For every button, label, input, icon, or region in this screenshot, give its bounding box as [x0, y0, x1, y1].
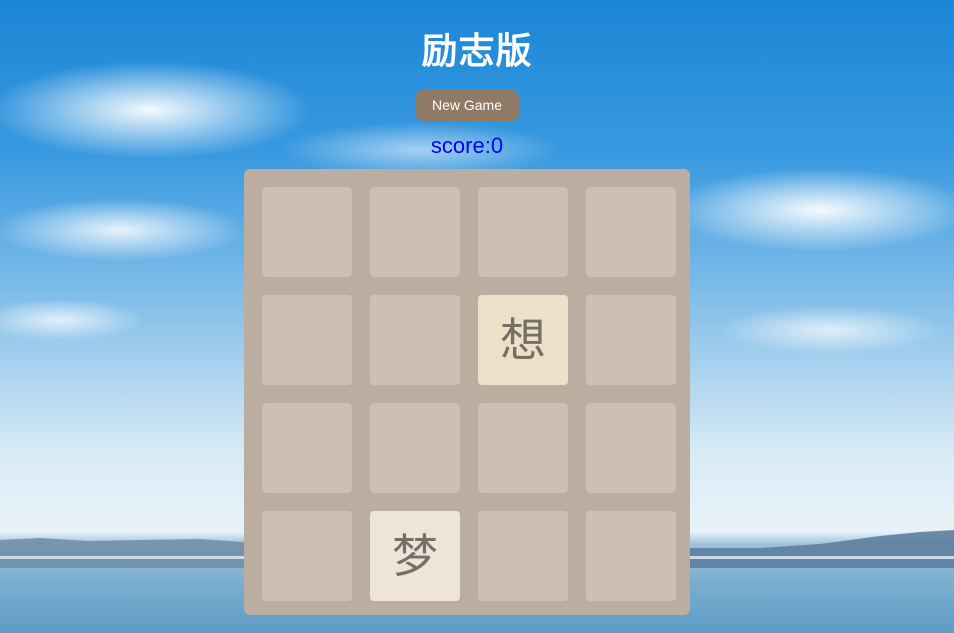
grid-cell — [586, 511, 676, 601]
grid-cell — [478, 187, 568, 277]
grid-cell — [586, 295, 676, 385]
tile: 想 — [478, 295, 568, 385]
grid-cell — [262, 295, 352, 385]
new-game-button[interactable]: New Game — [415, 90, 519, 121]
grid-cell — [370, 403, 460, 493]
grid-cell — [262, 187, 352, 277]
grid-cell — [478, 511, 568, 601]
grid-cell — [262, 511, 352, 601]
grid-cell — [586, 187, 676, 277]
grid-cell — [586, 403, 676, 493]
grid-cell — [478, 403, 568, 493]
grid-cell — [262, 403, 352, 493]
game-board[interactable]: 想梦 — [244, 169, 690, 615]
score-display: score:0 — [430, 133, 504, 158]
grid-cell — [370, 295, 460, 385]
grid-cell — [370, 187, 460, 277]
page-title: 励志版 — [421, 31, 533, 72]
tile: 梦 — [370, 511, 460, 601]
